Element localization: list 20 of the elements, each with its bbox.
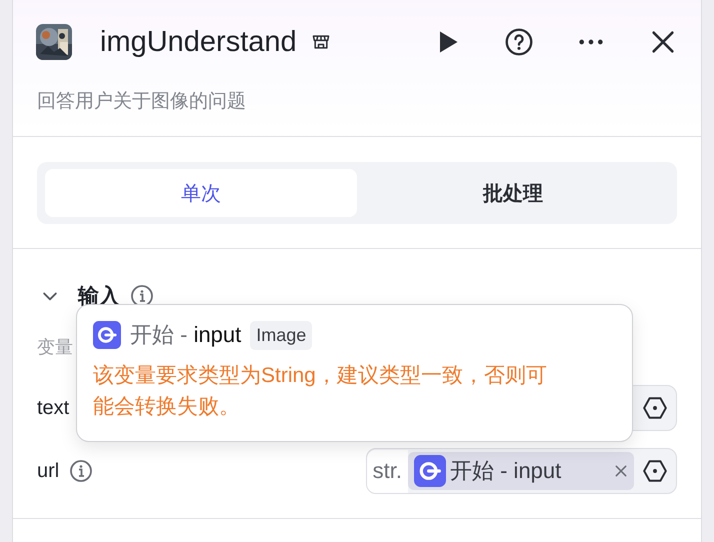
column-header: 变量 <box>37 336 73 359</box>
variable-icon[interactable] <box>642 395 668 421</box>
variable-icon[interactable] <box>642 458 668 484</box>
param-name: text <box>37 396 70 420</box>
node-icon <box>93 321 121 349</box>
tab[interactable]: 单次 <box>45 169 357 217</box>
node-icon <box>414 455 446 487</box>
warning-message: 该变量要求类型为String，建议类型一致，否则可能会转换失败。 <box>93 363 548 420</box>
agent-title: imgUnderstand <box>100 26 297 58</box>
tab[interactable]: 批处理 <box>357 169 669 217</box>
type-tag: Image <box>250 320 312 350</box>
reference-label: 开始 - input <box>450 457 562 485</box>
clear-icon[interactable] <box>614 464 628 478</box>
value-field[interactable]: str. 开始 - input <box>366 448 677 494</box>
param-name: url <box>37 460 60 482</box>
help-icon[interactable] <box>505 28 533 56</box>
type-tag: str. <box>366 450 408 492</box>
info-icon[interactable] <box>69 459 94 483</box>
agent-description: 回答用户关于图像的问题 <box>36 90 247 114</box>
reference-label: 开始 - input <box>130 321 242 349</box>
